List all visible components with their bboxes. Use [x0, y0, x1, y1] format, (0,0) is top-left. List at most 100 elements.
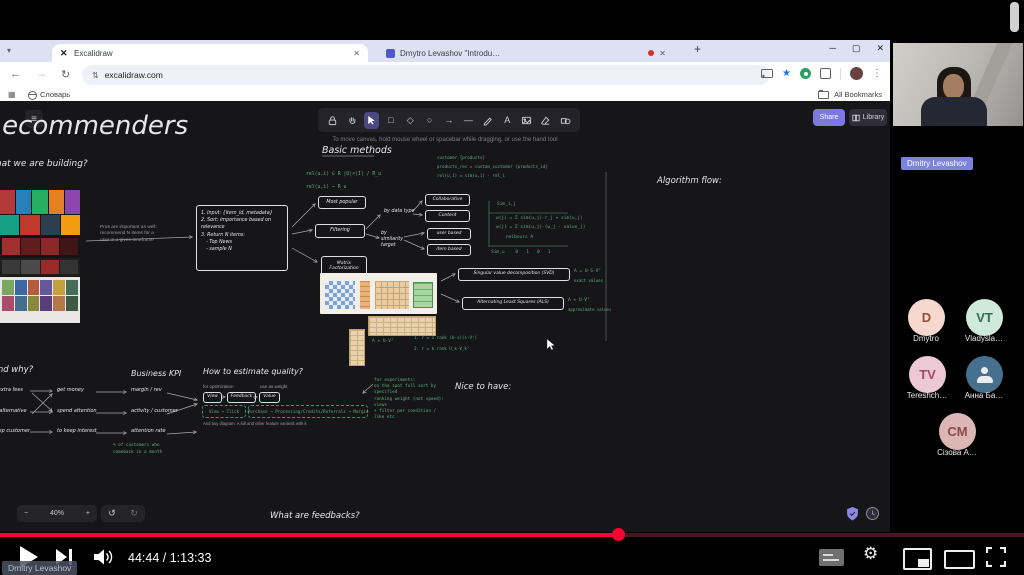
video-watermark-label: Dmitry Levashov	[2, 561, 77, 575]
folder-icon	[818, 91, 829, 99]
formula-text: A ≈ U·Vᵀ	[568, 298, 590, 303]
participant-avatar[interactable]: VT	[966, 299, 1003, 336]
mouse-cursor-icon	[546, 339, 556, 351]
participant-name: Vladysla…	[953, 334, 1015, 343]
volume-icon[interactable]	[94, 549, 116, 565]
side-note-text: Pros are important as well: recommend N …	[100, 225, 164, 244]
bookmark-star-icon[interactable]: ★	[782, 68, 791, 79]
diamond-tool-icon[interactable]: ◇	[403, 112, 418, 129]
extension-green-icon[interactable]	[800, 68, 811, 79]
site-settings-icon[interactable]: ⇅	[92, 71, 99, 80]
profile-avatar[interactable]	[850, 67, 863, 80]
help-clock-icon[interactable]	[865, 506, 880, 521]
bookmark-favicon-icon	[28, 91, 37, 100]
matrix-image	[368, 316, 436, 336]
nice-to-have-heading: Nice to have:	[455, 382, 511, 392]
formula-text: customer {products}	[437, 155, 485, 160]
feedback-chain-text: View → Click	[209, 409, 239, 414]
node-als: Alternating Least Squares (ALS)	[462, 297, 564, 310]
matrix-column-image	[349, 329, 365, 366]
presenter-name-label: Dmitry Levashov	[901, 157, 973, 170]
tab-excalidraw[interactable]: ✕ Excalidraw ✕	[52, 44, 368, 62]
bookmark-item[interactable]: Словарь	[40, 90, 70, 99]
hand-tool-icon[interactable]	[344, 112, 359, 129]
zoom-in-button[interactable]: +	[86, 510, 90, 517]
zoom-level[interactable]: 40%	[50, 510, 64, 517]
line-tool-icon[interactable]: —	[461, 112, 476, 129]
item-factors-image	[375, 281, 409, 309]
extensions-icon[interactable]	[820, 68, 831, 79]
arrow-tool-icon[interactable]: →	[441, 112, 456, 129]
library-button[interactable]: Library	[849, 109, 887, 126]
presenter-face	[943, 74, 964, 99]
zoom-controls: − 40% +	[17, 505, 97, 522]
tab-search-chevron-icon[interactable]: ▾	[7, 46, 11, 55]
step-line: - Top News	[201, 239, 283, 246]
node-collaborative: Collaborative	[425, 194, 470, 206]
url-field[interactable]: ⇅ excalidraw.com	[82, 65, 770, 85]
text-tool-icon[interactable]: A	[500, 112, 515, 129]
player-controls-bar: 44:44 / 1:13:33 ⚙	[0, 538, 1024, 575]
tab-close-icon[interactable]: ✕	[659, 49, 666, 58]
cast-icon[interactable]	[761, 69, 773, 79]
window-maximize-button[interactable]: ▢	[852, 43, 861, 54]
redo-button[interactable]: ↻	[130, 508, 138, 519]
participant-avatar[interactable]: D	[908, 299, 945, 336]
algorithm-steps-box: 1. Input: {item_id, metadata} 2. Sort: i…	[196, 205, 288, 271]
progress-bar[interactable]	[0, 533, 1024, 537]
browser-address-bar: ← → ↻ ⇅ excalidraw.com ★ ⋮	[0, 62, 890, 88]
miniplayer-button[interactable]	[903, 548, 932, 570]
kpi-left: get extra fees	[0, 387, 23, 393]
participant-avatar[interactable]: CM	[939, 413, 976, 450]
node-value: Value	[259, 392, 280, 403]
theater-mode-button[interactable]	[944, 550, 975, 569]
estimate-quality-heading: How to estimate quality?	[203, 367, 303, 376]
new-tab-button[interactable]: +	[694, 42, 701, 56]
recording-dot-icon	[648, 50, 654, 56]
formula-text: approximate values	[568, 307, 611, 312]
step-line: 2. Sort: importance based on relevance	[201, 217, 283, 231]
back-button[interactable]: ←	[10, 68, 21, 80]
browser-tab-strip: ▾ ✕ Excalidraw ✕ Dmytro Levashov "Introd…	[0, 40, 890, 62]
refresh-button[interactable]: ↻	[61, 68, 70, 81]
excalidraw-canvas[interactable]: ≡ □ ◇ ○ → — A	[0, 101, 890, 532]
forward-button[interactable]: →	[36, 68, 47, 80]
window-close-button[interactable]: ✕	[876, 43, 884, 54]
fullscreen-button[interactable]	[986, 547, 1006, 567]
settings-gear-icon[interactable]: ⚙	[863, 544, 878, 564]
tab-close-icon[interactable]: ✕	[353, 49, 360, 58]
rectangle-tool-icon[interactable]: □	[383, 112, 398, 129]
all-bookmarks-button[interactable]: All Bookmarks	[818, 90, 882, 99]
presenter-shoulders	[921, 97, 987, 126]
nice-note-text: for experiments: on the spot full sort b…	[374, 378, 444, 422]
undo-button[interactable]: ↺	[108, 508, 116, 519]
encryption-shield-icon[interactable]	[846, 507, 859, 521]
eraser-tool-icon[interactable]	[538, 112, 553, 129]
apps-grid-icon[interactable]: ▦	[8, 90, 16, 99]
nice-note-line: on the spot full sort by specified	[374, 384, 444, 396]
node-svd: Singular value decomposition (SVD)	[458, 268, 570, 281]
ellipse-tool-icon[interactable]: ○	[422, 112, 437, 129]
window-minimize-button[interactable]: ─	[830, 43, 836, 54]
participant-avatar[interactable]: TV	[909, 356, 946, 393]
zoom-out-button[interactable]: −	[24, 510, 28, 517]
image-tool-icon[interactable]	[519, 112, 534, 129]
panel-scrollbar[interactable]	[1010, 2, 1019, 32]
webcam-tile[interactable]	[893, 43, 1023, 126]
result-matrix-image	[413, 282, 433, 308]
share-button[interactable]: Share	[813, 109, 845, 126]
draw-tool-icon[interactable]	[480, 112, 495, 129]
formula-text: rel(u,i) = sim(u,i) · rel_i	[437, 173, 505, 178]
subtitles-button[interactable]	[819, 549, 844, 566]
browser-menu-icon[interactable]: ⋮	[872, 68, 882, 79]
what-feedbacks-heading: What are feedbacks?	[270, 511, 360, 521]
shapes-tool-icon[interactable]	[558, 112, 573, 129]
participant-avatar[interactable]	[966, 356, 1003, 393]
lock-tool-icon[interactable]	[325, 112, 340, 129]
selection-tool-icon[interactable]	[364, 112, 379, 129]
undo-redo-controls: ↺ ↻	[101, 505, 145, 522]
node-feedback: Feedback	[227, 392, 256, 403]
kpi-value: attention rate	[131, 428, 166, 434]
nice-note-line: ranking weight (not speed): views	[374, 397, 444, 409]
tab-youtube-video[interactable]: Dmytro Levashov "Introdu… ✕	[380, 44, 672, 62]
